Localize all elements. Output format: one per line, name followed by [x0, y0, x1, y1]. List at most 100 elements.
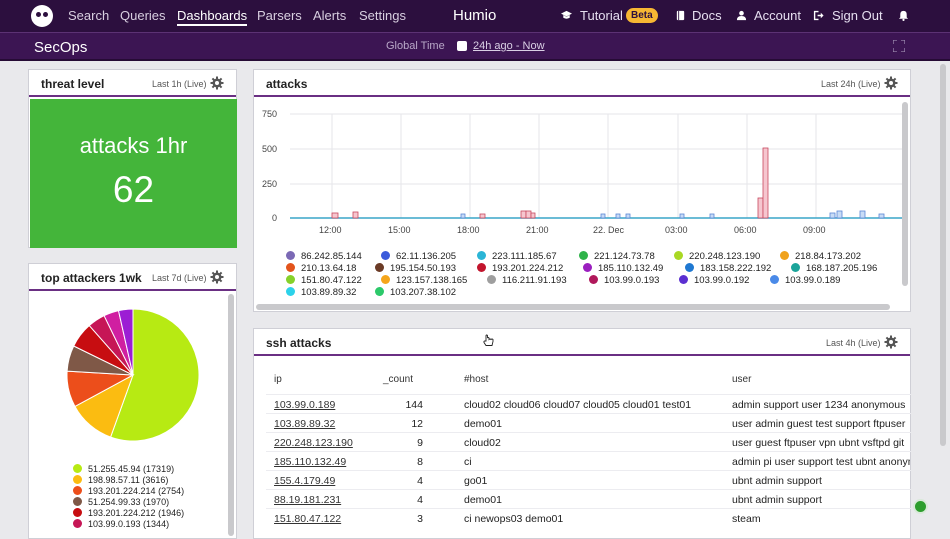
- y-tick-label: 250: [262, 179, 278, 189]
- chart-bar: [479, 213, 486, 219]
- nav-parsers[interactable]: Parsers: [257, 8, 302, 23]
- legend-item[interactable]: 183.158.222.192: [685, 263, 771, 274]
- table-row[interactable]: 155.4.179.49 4 go01 ubnt admin support: [266, 470, 911, 489]
- legend-swatch: [477, 263, 486, 272]
- legend-item[interactable]: 62.11.136.205: [381, 251, 456, 262]
- nav-settings[interactable]: Settings: [359, 8, 406, 23]
- user-cell: admin support user 1234 anonymous: [732, 399, 906, 411]
- chart-bar: [615, 213, 621, 219]
- chart-bar: [679, 213, 685, 219]
- column-header-ip[interactable]: ip: [274, 374, 282, 385]
- chart-bar: [600, 213, 606, 219]
- x-tick-label: 15:00: [388, 225, 411, 235]
- widget-header: top attackers 1wk Last 7d (Live): [29, 264, 236, 291]
- pie-legend-item[interactable]: 103.99.0.193 (1344): [73, 519, 169, 529]
- legend-item[interactable]: 220.248.123.190: [674, 251, 760, 262]
- legend-item[interactable]: 151.80.47.122: [286, 275, 362, 286]
- legend-item[interactable]: 193.201.224.212: [477, 263, 563, 274]
- nav-account[interactable]: Account: [754, 8, 801, 23]
- gear-icon[interactable]: [210, 270, 224, 284]
- column-header-count[interactable]: _count: [383, 374, 413, 385]
- pie-legend-item[interactable]: 193.201.224.214 (2754): [73, 486, 184, 496]
- nav-queries[interactable]: Queries: [120, 8, 166, 23]
- gear-icon[interactable]: [884, 335, 898, 349]
- widget-header: threat level Last 1h (Live): [29, 70, 236, 97]
- legend-swatch: [487, 275, 496, 284]
- nav-dashboards[interactable]: Dashboards: [177, 8, 248, 26]
- legend-item[interactable]: 168.187.205.196: [791, 263, 877, 274]
- user-cell: user admin guest test support ftpuser: [732, 418, 906, 430]
- gear-icon[interactable]: [884, 76, 898, 90]
- widget-header: ssh attacks Last 4h (Live): [254, 329, 910, 356]
- nav-alerts[interactable]: Alerts: [313, 8, 346, 23]
- bell-icon[interactable]: [898, 10, 909, 21]
- app-title: Humio: [453, 7, 497, 24]
- nav-tutorial[interactable]: Tutorial: [580, 8, 623, 23]
- legend-item[interactable]: 86.242.85.144: [286, 251, 362, 262]
- legend-item[interactable]: 116.211.91.193: [487, 275, 567, 286]
- ssh-attacks-widget: ssh attacks Last 4h (Live) ip _count #ho…: [253, 328, 911, 539]
- horizontal-scrollbar[interactable]: [256, 304, 890, 310]
- table-row[interactable]: 220.248.123.190 9 cloud02 user guest ftp…: [266, 432, 911, 451]
- legend-item[interactable]: 123.157.138.165: [381, 275, 467, 286]
- global-time-checkbox[interactable]: [457, 41, 467, 51]
- widget-time-range: Last 7d (Live): [152, 273, 207, 283]
- legend-item[interactable]: 218.84.173.202: [780, 251, 861, 262]
- dashboard-title: SecOps: [34, 39, 88, 56]
- legend-item[interactable]: 103.207.38.102: [375, 287, 456, 298]
- vertical-scrollbar[interactable]: [228, 294, 234, 536]
- humio-logo-icon[interactable]: [31, 5, 53, 27]
- legend-item[interactable]: 223.111.185.67: [477, 251, 557, 262]
- legend-item[interactable]: 103.99.0.192: [679, 275, 749, 286]
- widget-time-range: Last 24h (Live): [821, 79, 881, 89]
- count-cell: 3: [417, 513, 423, 525]
- table-row[interactable]: 88.19.181.231 4 demo01 ubnt admin suppor…: [266, 489, 911, 508]
- x-tick-label: 06:00: [734, 225, 757, 235]
- legend-item[interactable]: 103.99.0.189: [770, 275, 840, 286]
- legend-item[interactable]: 221.124.73.78: [579, 251, 655, 262]
- nav-sign-out[interactable]: Sign Out: [832, 8, 883, 23]
- user-cell: admin pi user support test ubnt anonymou…: [732, 456, 910, 468]
- column-header-host[interactable]: #host: [464, 374, 488, 385]
- pie-legend-item[interactable]: 51.255.45.94 (17319): [73, 464, 174, 474]
- legend-swatch: [679, 275, 688, 284]
- dashboard-header: SecOps Global Time 24h ago - Now: [0, 32, 950, 61]
- pie-legend-item[interactable]: 51.254.99.33 (1970): [73, 497, 169, 507]
- page-scrollbar[interactable]: [940, 64, 946, 446]
- count-cell: 9: [417, 437, 423, 449]
- fullscreen-icon[interactable]: [893, 40, 905, 52]
- gear-icon[interactable]: [210, 76, 224, 90]
- global-time-range-link[interactable]: 24h ago - Now: [473, 40, 545, 52]
- table-row[interactable]: 103.89.89.32 12 demo01 user admin guest …: [266, 413, 911, 432]
- pie-legend-item[interactable]: 193.201.224.212 (1946): [73, 508, 184, 518]
- table-row[interactable]: 185.110.132.49 8 ci admin pi user suppor…: [266, 451, 911, 470]
- table-row[interactable]: 103.99.0.189 144 cloud02 cloud06 cloud07…: [266, 394, 911, 413]
- beta-badge: Beta: [626, 8, 658, 23]
- pie-legend-item[interactable]: 198.98.57.11 (3616): [73, 475, 168, 485]
- nav-docs[interactable]: Docs: [692, 8, 722, 23]
- x-tick-label: 18:00: [457, 225, 480, 235]
- vertical-scrollbar[interactable]: [902, 102, 908, 286]
- legend-item[interactable]: 195.154.50.193: [375, 263, 456, 274]
- legend-item[interactable]: 210.13.64.18: [286, 263, 356, 274]
- legend-swatch: [73, 486, 82, 495]
- top-attackers-pie: [66, 308, 200, 442]
- chart-bar: [530, 212, 536, 219]
- chart-bar: [525, 210, 532, 219]
- legend-swatch: [791, 263, 800, 272]
- threat-level-panel: attacks 1hr 62: [30, 99, 237, 248]
- sign-out-icon: [813, 10, 824, 21]
- legend-item[interactable]: 103.99.0.193: [589, 275, 659, 286]
- widget-header: attacks Last 24h (Live): [254, 70, 910, 97]
- legend-swatch: [375, 263, 384, 272]
- user-cell: ubnt admin support: [732, 475, 822, 487]
- nav-search[interactable]: Search: [68, 8, 109, 23]
- graduation-cap-icon: [561, 10, 572, 19]
- host-cell: demo01: [464, 418, 502, 430]
- table-row[interactable]: 151.80.47.122 3 ci newops03 demo01 steam: [266, 508, 911, 527]
- chart-bar: [836, 210, 843, 219]
- legend-item[interactable]: 103.89.89.32: [286, 287, 356, 298]
- legend-item[interactable]: 185.110.132.49: [583, 263, 663, 274]
- count-cell: 4: [417, 475, 423, 487]
- column-header-user[interactable]: user: [732, 374, 751, 385]
